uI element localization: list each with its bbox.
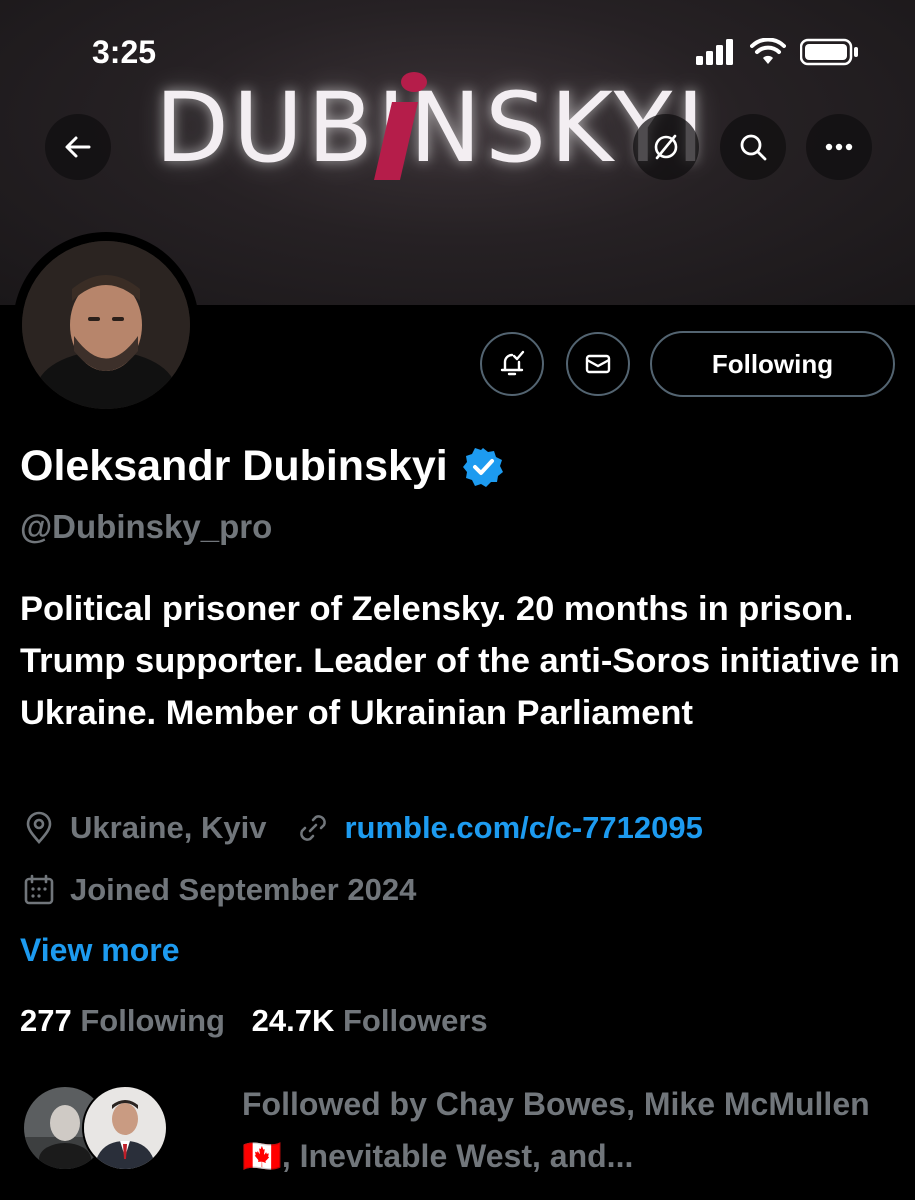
followed-by-text[interactable]: Followed by Chay Bowes, Mike McMullen 🇨🇦… — [242, 1078, 902, 1182]
following-count: 277 — [20, 1003, 72, 1038]
more-button[interactable] — [806, 114, 872, 180]
followers-count-link[interactable]: 24.7K Followers — [252, 1003, 488, 1038]
following-button[interactable]: Following — [650, 331, 895, 397]
followed-by-avatars[interactable] — [22, 1085, 168, 1171]
profile-counts: 277 Following 24.7K Followers — [20, 1003, 488, 1039]
search-button[interactable] — [720, 114, 786, 180]
profile-name: Oleksandr Dubinskyi — [20, 442, 448, 490]
mail-icon — [585, 354, 611, 374]
profile-bio: Political prisoner of Zelensky. 20 month… — [20, 590, 900, 732]
profile-handle: @Dubinsky_pro — [20, 508, 273, 545]
profile-location: Ukraine, Kyiv — [70, 810, 267, 845]
calendar-icon — [22, 873, 56, 907]
profile-joined-date: Joined September 2024 — [70, 872, 417, 907]
message-button[interactable] — [566, 332, 630, 396]
status-bar: 3:25 — [0, 0, 915, 100]
bell-icon — [500, 350, 525, 376]
battery-icon — [800, 38, 858, 66]
profile-avatar-frame[interactable] — [13, 232, 199, 418]
notifications-button[interactable] — [480, 332, 544, 396]
avatar-portrait — [22, 241, 190, 409]
verified-badge-icon[interactable] — [462, 446, 504, 488]
back-button[interactable] — [45, 114, 111, 180]
translate-button[interactable] — [633, 114, 699, 180]
search-icon — [740, 134, 767, 161]
follower-avatar — [82, 1085, 168, 1171]
location-icon — [22, 811, 56, 845]
profile-name-row: Oleksandr Dubinskyi — [20, 442, 504, 491]
translate-icon — [654, 134, 678, 160]
wifi-icon — [750, 38, 786, 64]
followers-count: 24.7K — [251, 1003, 335, 1038]
profile-meta-row: Ukraine, Kyiv rumble.com/c/c-7712095 — [22, 810, 703, 846]
profile-joined-row: Joined September 2024 — [22, 872, 416, 908]
link-icon — [296, 811, 330, 845]
following-label: Following — [80, 1003, 225, 1038]
back-arrow-icon — [65, 136, 91, 158]
cellular-signal-icon — [696, 39, 733, 65]
more-icon — [825, 143, 853, 151]
profile-website-link[interactable]: rumble.com/c/c-7712095 — [344, 810, 702, 846]
status-time: 3:25 — [92, 34, 157, 70]
followers-label: Followers — [342, 1003, 488, 1038]
following-count-link[interactable]: 277 Following — [20, 1003, 234, 1038]
view-more-link[interactable]: View more — [20, 932, 179, 969]
avatar[interactable] — [22, 241, 190, 409]
